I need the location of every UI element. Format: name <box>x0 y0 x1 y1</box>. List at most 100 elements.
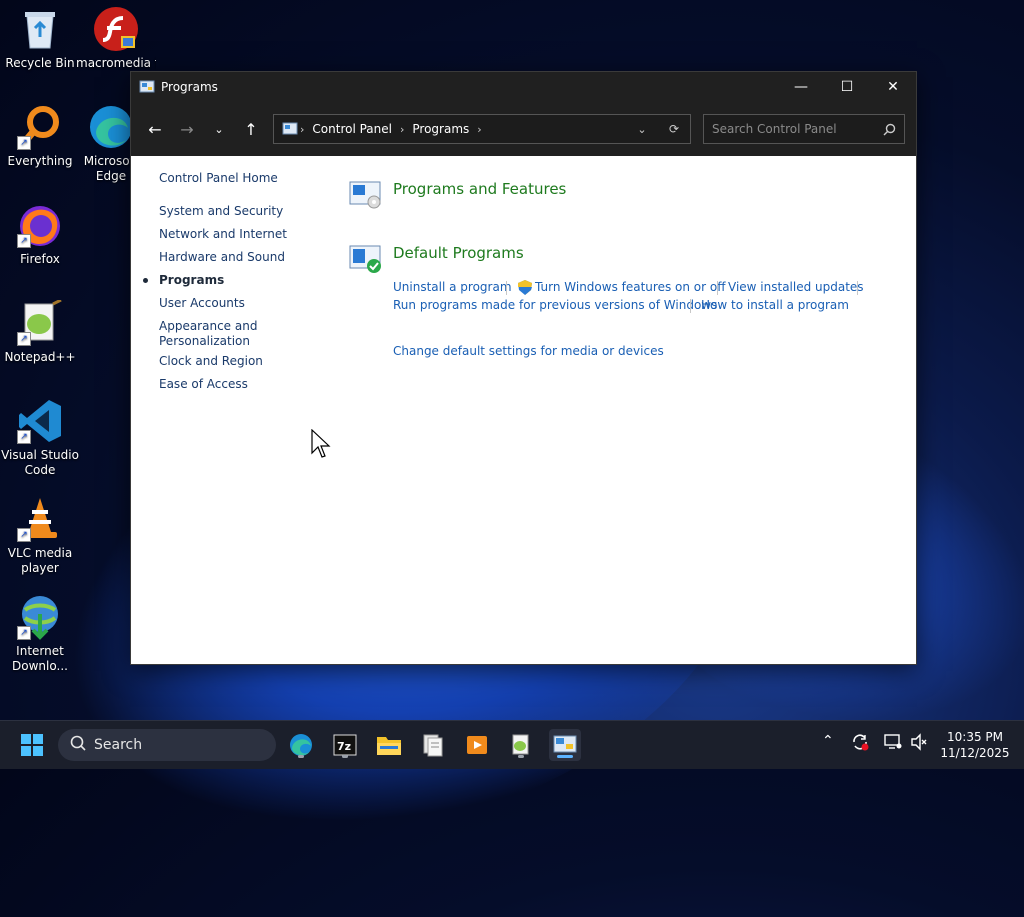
desktop-icon-visual-studio-code[interactable]: ↗ Visual Studio Code <box>0 398 80 478</box>
taskbar-control-panel-icon[interactable] <box>549 729 581 761</box>
taskbar-notepad-plus-plus-icon[interactable] <box>505 729 537 761</box>
minimize-button[interactable]: — <box>778 72 824 102</box>
breadcrumb-programs[interactable]: Programs <box>412 122 469 136</box>
recent-locations-chevron-icon[interactable]: ⌄ <box>203 113 235 145</box>
maximize-button[interactable]: ☐ <box>824 72 870 102</box>
back-arrow-icon[interactable]: ← <box>139 113 171 145</box>
search-icon <box>70 735 86 755</box>
desktop-icon-label: macromedia flash 8 (p... <box>76 56 156 70</box>
taskbar-7zip-icon[interactable]: 7z <box>329 729 361 761</box>
link-separator <box>857 281 858 295</box>
running-indicator <box>342 755 348 758</box>
desktop-icon-firefox[interactable]: ↗ Firefox <box>0 202 80 267</box>
sidebar-item-hardware-and-sound[interactable]: Hardware and Sound <box>159 250 319 265</box>
sidebar-item-system-and-security[interactable]: System and Security <box>159 204 319 219</box>
taskbar-document-app-icon[interactable] <box>417 729 449 761</box>
network-display-icon[interactable] <box>884 733 902 755</box>
link-change-default-settings-for-media-or-devices[interactable]: Change default settings for media or dev… <box>393 344 664 358</box>
search-control-panel[interactable] <box>703 114 905 144</box>
clock-time: 10:35 PM <box>947 730 1003 744</box>
category-title[interactable]: Default Programs <box>393 244 524 262</box>
address-toolbar: ← → ⌄ ↑ › Control Panel › Programs › ⌄ ⟳ <box>131 102 916 156</box>
title-bar[interactable]: Programs — ☐ ✕ <box>131 72 916 102</box>
desktop-icon-label: Recycle Bin <box>5 56 75 70</box>
volume-muted-icon[interactable] <box>910 733 928 755</box>
svg-text:7z: 7z <box>337 740 351 753</box>
mouse-pointer-icon <box>311 428 331 462</box>
link-separator <box>506 281 507 295</box>
flash-icon <box>93 6 139 52</box>
edge-icon <box>88 104 134 150</box>
shortcut-arrow-icon: ↗ <box>17 136 31 150</box>
up-arrow-icon[interactable]: ↑ <box>235 113 267 145</box>
sidebar-item-ease-of-access[interactable]: Ease of Access <box>159 377 319 392</box>
address-control-panel-icon <box>282 122 298 136</box>
taskbar-edge-icon[interactable] <box>285 729 317 761</box>
sidebar-item-user-accounts[interactable]: User Accounts <box>159 296 319 311</box>
programs-and-features-icon <box>349 180 383 210</box>
sidebar-item-control-panel-home[interactable]: Control Panel Home <box>159 171 319 186</box>
vlc-cone-icon: ↗ <box>17 496 63 542</box>
uac-shield-icon <box>518 280 532 298</box>
desktop-icon-notepad-plus-plus[interactable]: ↗ Notepad++ <box>0 298 80 365</box>
content-area: Control Panel Home System and Security N… <box>131 156 916 664</box>
taskbar: Search 7z ⌃ 10:35 PM 11/12/2025 <box>0 720 1024 769</box>
refresh-icon[interactable]: ⟳ <box>658 115 690 143</box>
firefox-icon: ↗ <box>17 202 63 248</box>
sidebar-item-appearance-and-personalization[interactable]: Appearance and Personalization <box>159 319 269 349</box>
desktop-icon-label: VLC media player <box>7 546 73 575</box>
breadcrumb-control-panel[interactable]: Control Panel <box>312 122 392 136</box>
taskbar-search-box[interactable]: Search <box>58 729 276 761</box>
control-panel-window: Programs — ☐ ✕ ← → ⌄ ↑ › Control Panel ›… <box>130 71 917 665</box>
desktop-icon-label: Visual Studio Code <box>1 448 79 477</box>
breadcrumb-separator[interactable]: › <box>300 123 304 136</box>
desktop-icon-internet-download-manager[interactable]: ↗ Internet Downlo... <box>0 594 80 674</box>
address-bar[interactable]: › Control Panel › Programs › ⌄ ⟳ <box>273 114 691 144</box>
desktop-icon-label: Internet Downlo... <box>12 644 68 673</box>
link-turn-windows-features-on-or-off[interactable]: Turn Windows features on or off <box>535 280 726 294</box>
system-clock[interactable]: 10:35 PM 11/12/2025 <box>936 729 1014 761</box>
link-separator <box>690 299 691 313</box>
desktop-icon-macromedia-flash[interactable]: macromedia flash 8 (p... <box>76 6 156 71</box>
show-hidden-icons-chevron[interactable]: ⌃ <box>822 733 834 749</box>
desktop-icon-vlc[interactable]: ↗ VLC media player <box>0 496 80 576</box>
default-programs-icon <box>349 244 383 274</box>
shortcut-arrow-icon: ↗ <box>17 332 31 346</box>
link-view-installed-updates[interactable]: View installed updates <box>728 280 864 294</box>
desktop-icon-recycle-bin[interactable]: Recycle Bin <box>0 6 80 71</box>
taskbar-file-explorer-icon[interactable] <box>373 729 405 761</box>
breadcrumb-separator[interactable]: › <box>400 123 404 136</box>
forward-arrow-icon[interactable]: → <box>171 113 203 145</box>
desktop-icon-label: Firefox <box>20 252 60 266</box>
sidebar-item-clock-and-region[interactable]: Clock and Region <box>159 354 319 369</box>
link-separator <box>717 281 718 295</box>
shortcut-arrow-icon: ↗ <box>17 430 31 444</box>
address-dropdown-chevron-icon[interactable]: ⌄ <box>626 115 658 143</box>
desktop-icon-label: Notepad++ <box>4 350 76 364</box>
link-uninstall-a-program[interactable]: Uninstall a program <box>393 280 512 294</box>
running-indicator <box>298 755 304 758</box>
running-indicator <box>518 755 524 758</box>
desktop-icon-everything[interactable]: ↗ Everything <box>0 104 80 169</box>
active-bullet-icon <box>143 278 148 283</box>
clock-date: 11/12/2025 <box>940 746 1010 760</box>
sidebar-item-programs[interactable]: Programs <box>159 273 319 288</box>
sync-icon[interactable] <box>851 733 869 755</box>
category-title[interactable]: Programs and Features <box>393 180 566 198</box>
link-run-programs-made-for-previous-versions[interactable]: Run programs made for previous versions … <box>393 298 717 312</box>
link-how-to-install-a-program[interactable]: How to install a program <box>701 298 849 312</box>
sidebar-item-network-and-internet[interactable]: Network and Internet <box>159 227 319 242</box>
start-windows-icon[interactable] <box>16 729 48 761</box>
shortcut-arrow-icon: ↗ <box>17 528 31 542</box>
control-panel-icon <box>139 79 155 95</box>
recycle-bin-icon <box>17 6 63 52</box>
close-button[interactable]: ✕ <box>870 72 916 102</box>
breadcrumb-separator[interactable]: › <box>477 123 481 136</box>
shortcut-arrow-icon: ↗ <box>17 626 31 640</box>
idm-globe-icon: ↗ <box>17 594 63 640</box>
taskbar-search-label: Search <box>94 737 143 753</box>
search-icon[interactable] <box>874 123 904 136</box>
taskbar-media-player-icon[interactable] <box>461 729 493 761</box>
search-input[interactable] <box>704 121 874 137</box>
shortcut-arrow-icon: ↗ <box>17 234 31 248</box>
